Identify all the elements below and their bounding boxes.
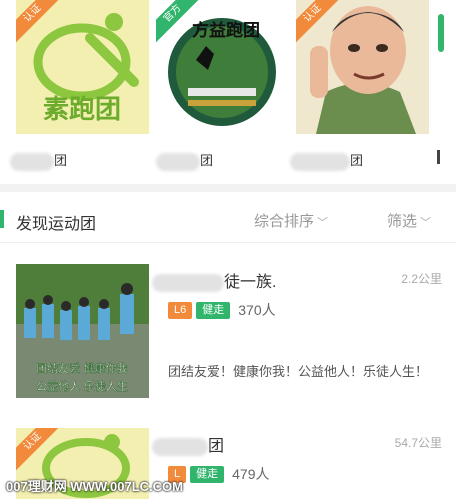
caption-suffix: 团: [200, 153, 214, 168]
distance: 54.7公里: [394, 436, 442, 450]
sort-dropdown[interactable]: 综合排序 ﹀: [254, 210, 328, 231]
blurred-name: [156, 152, 200, 171]
site-watermark: 007理财网 WWW.007LC.COM: [6, 479, 183, 494]
list-item[interactable]: 团结友爱 健康你我 公益他人 乐徒人生 徒一族. 2.2公里 L6 健走 370…: [0, 264, 456, 410]
level-badge: L6: [168, 301, 193, 319]
club-tags: L6 健走 370人: [168, 300, 276, 320]
club-card-1-caption: 团: [10, 150, 67, 171]
photo-caption-1: 团结友爱 健康你我: [36, 361, 128, 375]
club-logo-2-text: 方益跑团: [192, 20, 260, 40]
club-name: 团: [152, 432, 224, 456]
member-count: 370人: [238, 302, 276, 318]
club-carousel: 素跑团 认证 方益跑团 官方 认证 团 团 团: [0, 0, 456, 184]
filter-dropdown[interactable]: 筛选 ﹀: [387, 210, 431, 231]
section-title: 发现运动团: [16, 216, 97, 233]
club-photo: 团结友爱 健康你我 公益他人 乐徒人生: [16, 264, 149, 398]
club-card-2-caption: 团: [156, 150, 213, 171]
blurred-name: [152, 273, 224, 292]
club-name-suffix: 徒一族.: [224, 274, 277, 291]
club-card-3[interactable]: 认证: [296, 0, 429, 134]
next-card-peek: [438, 14, 444, 52]
caption-suffix: 团: [54, 153, 68, 168]
club-name-suffix: 团: [208, 438, 225, 455]
next-caption-peek: [437, 150, 440, 164]
club-card-3-caption: 团: [290, 150, 363, 171]
sort-label: 综合排序: [254, 213, 315, 230]
caption-suffix: 团: [350, 153, 364, 168]
club-logo-1-text: 素跑团: [43, 94, 121, 124]
photo-caption-2: 公益他人 乐徒人生: [36, 379, 128, 393]
distance: 2.2公里: [401, 272, 442, 286]
chevron-down-icon: ﹀: [420, 217, 432, 229]
blurred-name: [290, 152, 350, 171]
divider: [0, 242, 456, 243]
section-accent-bar: [0, 210, 4, 228]
club-card-2[interactable]: 方益跑团 官方: [156, 0, 289, 134]
group-photo-image: 团结友爱 健康你我 公益他人 乐徒人生: [16, 264, 149, 398]
blurred-name: [152, 437, 208, 456]
blurred-name: [10, 152, 54, 171]
filter-label: 筛选: [387, 213, 418, 230]
club-description: 团结友爱！健康你我！公益他人！乐徒人生！: [168, 364, 429, 379]
club-name: 徒一族.: [152, 268, 276, 292]
chevron-down-icon: ﹀: [317, 217, 329, 229]
discover-section: 发现运动团 综合排序 ﹀ 筛选 ﹀ 团结友爱 健康你我 公益他人 乐徒人生 徒一…: [0, 192, 456, 499]
club-card-1[interactable]: 素跑团 认证: [16, 0, 149, 134]
activity-badge: 健走: [196, 301, 231, 319]
